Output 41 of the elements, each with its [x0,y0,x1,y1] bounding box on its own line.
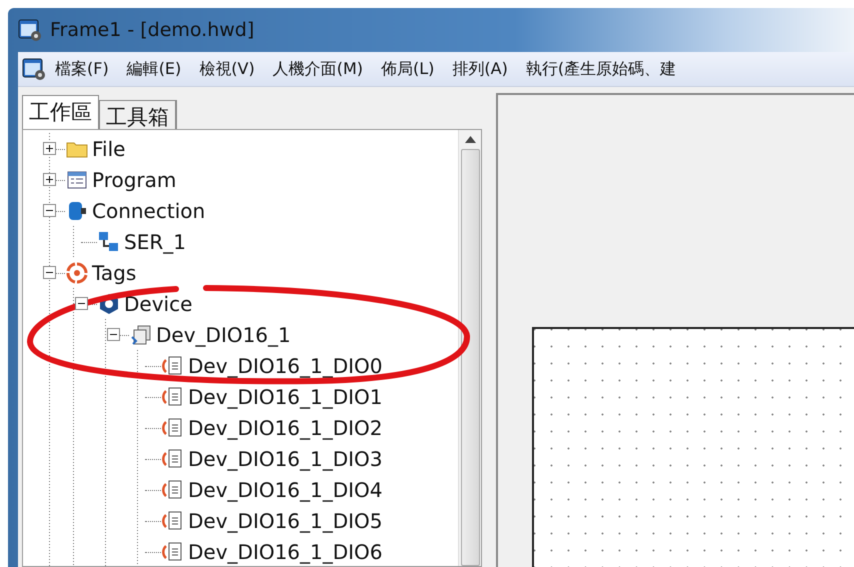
tree-item[interactable]: Dev_DIO16_1_DIO4 [188,478,383,502]
menu-item[interactable]: 檔案(F) [46,58,118,80]
module-icon [129,322,153,346]
app-icon [18,18,42,42]
collapse-button[interactable] [42,266,56,279]
tree-item[interactable]: Connection [92,198,206,222]
tree-item[interactable]: Program [92,168,176,192]
tab[interactable]: 工作區 [22,95,99,129]
tree-item[interactable]: Device [124,292,192,316]
tree-item[interactable]: File [92,136,126,160]
plus-icon [44,144,54,153]
expand-button[interactable] [42,173,56,186]
tree-item[interactable]: Dev_DIO16_1_DIO6 [188,540,383,564]
menu-item[interactable]: 排列(A) [443,58,517,80]
hexagon-icon [97,292,121,316]
menu-item[interactable]: 檢視(V) [190,58,264,80]
tree-item[interactable]: Dev_DIO16_1_DIO1 [188,384,383,408]
window-title: Frame1 - [demo.hwd] [50,19,254,41]
tree-item[interactable]: Dev_DIO16_1_DIO2 [188,416,383,440]
tree-item[interactable]: Tags [92,260,136,284]
tab[interactable]: 工具箱 [99,100,177,129]
menu-item[interactable]: 執行(產生原始碼、建 [516,58,686,80]
tree-item[interactable]: SER_1 [124,230,186,254]
tree-item[interactable]: Dev_DIO16_1_DIO3 [188,446,383,470]
tree-item[interactable]: Dev_DIO16_1_DIO0 [188,354,383,378]
collapse-button[interactable] [42,204,56,217]
expand-button[interactable] [42,142,56,155]
collapse-button[interactable] [106,328,120,341]
plus-icon [44,175,54,184]
tree-item[interactable]: Dev_DIO16_1 [156,322,291,346]
menu-item[interactable]: 人機介面(M) [264,58,372,80]
tree-item[interactable]: Dev_DIO16_1_DIO5 [188,508,383,532]
swirl-icon [65,260,89,284]
scroll-up-icon[interactable] [464,136,476,143]
scrollbar-thumb[interactable] [460,149,480,566]
menu-item[interactable]: 佈局(L) [372,58,444,80]
design-canvas[interactable] [532,327,854,567]
network-icon [97,230,121,254]
menu-item[interactable]: 編輯(E) [118,58,190,80]
app-icon [22,57,46,81]
collapse-button[interactable] [74,297,88,310]
